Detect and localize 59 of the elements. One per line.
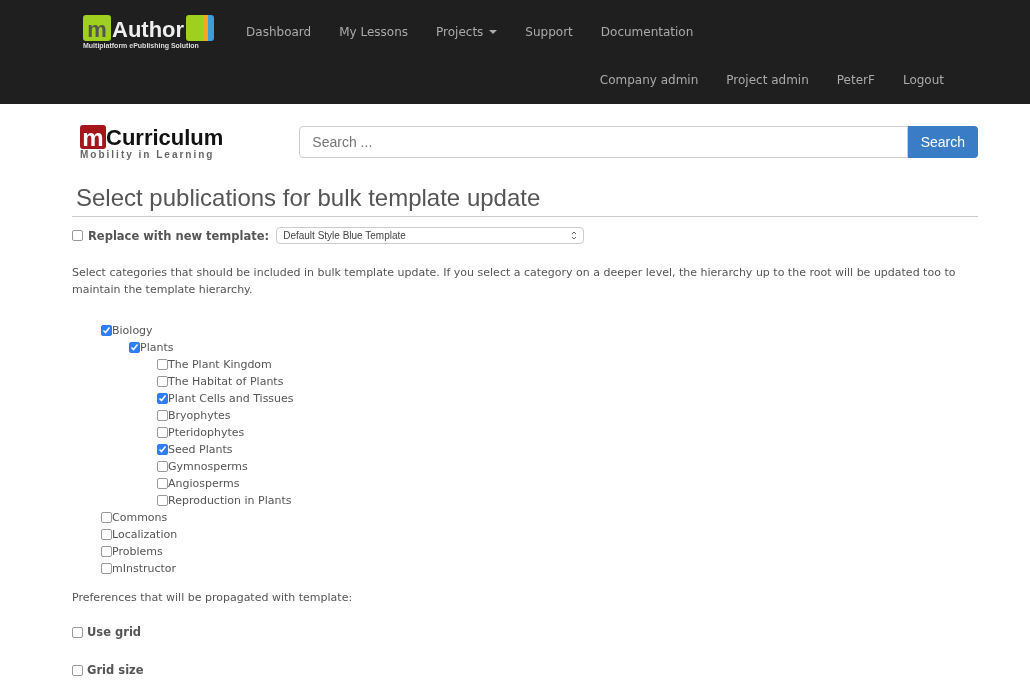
category-label: Gymnosperms [168,460,248,473]
nav-link[interactable]: PeterF [822,73,889,87]
nav-link[interactable]: Dashboard [232,25,326,39]
checkbox[interactable] [157,359,168,370]
nav-link[interactable]: Projects [422,25,512,39]
checkbox[interactable] [157,495,168,506]
page-title: Select publications for bulk template update [76,184,542,213]
category-label: Commons [112,511,168,524]
checkbox[interactable] [157,393,168,404]
category-label: Bryophytes [168,409,231,422]
category-label: Pteridophytes [168,426,245,439]
template-select[interactable]: Default Style Blue Template [276,227,585,244]
nav-link[interactable]: Project admin [712,73,823,87]
logo-mark: m [80,124,106,149]
preference-label: Use grid [87,625,142,639]
select-arrows-icon [571,231,578,240]
checkbox[interactable] [157,376,168,387]
checkbox[interactable] [157,444,168,455]
checkbox[interactable] [101,529,112,540]
logo-text: Curriculum [106,126,224,149]
checkbox[interactable] [101,512,112,523]
nav-link[interactable]: Logout [888,73,958,87]
search-button[interactable]: Search [907,126,978,158]
search-field[interactable]: Search ... [299,126,908,158]
checkbox[interactable] [157,461,168,472]
checkbox[interactable] [101,563,112,574]
category-label: Plants [140,341,174,354]
logo-text: Author [112,19,185,41]
category-label: Problems [112,545,163,558]
replace-template-label: Replace with new template: [88,228,270,243]
category-label: Localization [112,528,178,541]
checkbox[interactable] [101,546,112,557]
logo-mark: m [83,15,111,41]
category-label: Reproduction in Plants [168,494,292,507]
category-label: Seed Plants [168,443,233,456]
category-label: Biology [112,324,153,337]
logo-bars-icon [186,15,215,41]
category-label: The Habitat of Plants [168,375,284,388]
nav-link[interactable]: Support [511,25,587,39]
checkbox[interactable] [157,410,168,421]
checkbox[interactable] [72,230,83,241]
logo-tagline: Mobility in Learning [80,148,216,160]
checkbox[interactable] [101,325,112,336]
category-label: Plant Cells and Tissues [168,392,294,405]
checkbox[interactable] [157,478,168,489]
checkbox[interactable] [129,342,140,353]
description-text: Select categories that should be included in bulk template update. If you select a category on a deeper level, the hierarchy up to the root will be updated too to maintain the template hierarchy. [72,265,957,298]
nav-link[interactable]: My Lessons [325,25,423,39]
caret-icon [489,30,498,34]
category-label: The Plant Kingdom [168,358,272,371]
nav-link[interactable]: Documentation [586,25,708,39]
preferences-label: Preferences that will be propagated with template: [72,591,354,604]
checkbox[interactable] [157,427,168,438]
nav-link[interactable]: Company admin [585,73,713,87]
checkbox[interactable] [72,664,83,676]
preference-label: Grid size [87,663,144,677]
category-label: Angiosperms [168,477,240,490]
category-label: mInstructor [112,562,177,575]
checkbox[interactable] [72,626,83,638]
